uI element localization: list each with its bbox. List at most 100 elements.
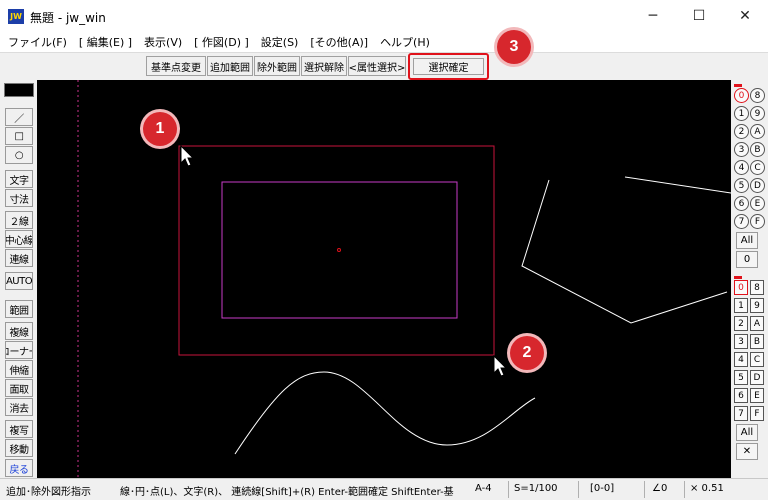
layer-button-4[interactable]: 4 [734, 160, 749, 175]
window-title: 無題 - jw_win [30, 11, 106, 25]
layer-group-button-7[interactable]: 7 [734, 406, 748, 421]
layer-button-d[interactable]: D [750, 178, 765, 193]
layer-group-button-5[interactable]: 5 [734, 370, 748, 385]
drawing-canvas[interactable] [37, 80, 731, 478]
minimize-button[interactable]: ─ [630, 0, 676, 32]
status-divider [684, 481, 685, 498]
maximize-button[interactable]: ☐ [676, 0, 722, 32]
line-tool-button[interactable]: ／ [5, 108, 33, 126]
layer-button-1[interactable]: 1 [734, 106, 749, 121]
line-style-swatch[interactable] [4, 83, 34, 97]
layer-group-button-2[interactable]: 2 [734, 316, 748, 331]
chamfer-tool-button[interactable]: 面取 [5, 379, 33, 397]
text-tool-button[interactable]: 文字 [5, 170, 33, 188]
left-toolbar: ／ □ ○ 文字 寸法 ２線 中心線 連線 AUTO 範囲 複線 コーナー 伸縮… [0, 80, 37, 478]
layer-button-a[interactable]: A [750, 124, 765, 139]
menu-bar: ファイル(F) [ 編集(E) ] 表示(V) [ 作図(D) ] 設定(S) … [0, 32, 768, 52]
layer-group-button-6[interactable]: 6 [734, 388, 748, 403]
layer-panel: 0 8 1 9 2 A 3 B 4 C 5 D 6 E 7 F All 0 0 … [731, 80, 768, 478]
status-paper-size[interactable]: A-4 [475, 483, 505, 494]
corner-tool-button[interactable]: コーナー [5, 341, 33, 359]
layer-button-c[interactable]: C [750, 160, 765, 175]
layer-group-button-a[interactable]: A [750, 316, 764, 331]
layer-button-0[interactable]: 0 [734, 88, 749, 103]
erase-tool-button[interactable]: 消去 [5, 398, 33, 416]
status-zoom-factor[interactable]: × 0.51 [690, 483, 760, 494]
menu-settings[interactable]: 設定(S) [261, 34, 299, 50]
layer-all-button[interactable]: All [736, 232, 758, 249]
status-hint: 線･円･点(L)、文字(R)、 連続線[Shift]+(R) Enter-範囲確… [120, 487, 454, 498]
layer-button-9[interactable]: 9 [750, 106, 765, 121]
center-line-tool-button[interactable]: 中心線 [5, 230, 33, 248]
deselect-button[interactable]: 選択解除 [301, 56, 347, 76]
menu-edit[interactable]: [ 編集(E) ] [79, 34, 132, 50]
canvas-drawing [77, 80, 731, 478]
status-scale[interactable]: S=1/100 [514, 483, 574, 494]
layer-button-b[interactable]: B [750, 142, 765, 157]
layer-group-button-c[interactable]: C [750, 352, 764, 367]
double-line-tool-button[interactable]: ２線 [5, 211, 33, 229]
layer-group-marker-2 [734, 276, 742, 279]
layer-button-7[interactable]: 7 [734, 214, 749, 229]
mouse-pointer-icon [493, 355, 508, 377]
attribute-select-button[interactable]: <属性選択> [348, 56, 406, 76]
copy-tool-button[interactable]: 複写 [5, 420, 33, 438]
status-layer[interactable]: [0-0] [590, 483, 630, 494]
curve-drawing [234, 371, 536, 455]
menu-help[interactable]: ヘルプ(H) [380, 34, 430, 50]
menu-other[interactable]: [その他(A)] [310, 34, 368, 50]
auto-tool-button[interactable]: AUTO [5, 272, 33, 290]
change-base-point-button[interactable]: 基準点変更 [146, 56, 206, 76]
line-drawing [624, 176, 731, 194]
layer-button-2[interactable]: 2 [734, 124, 749, 139]
menu-draw[interactable]: [ 作図(D) ] [194, 34, 249, 50]
polyline-drawing [521, 179, 728, 324]
layer-group-marker [734, 84, 742, 87]
dimension-tool-button[interactable]: 寸法 [5, 189, 33, 207]
range-tool-button[interactable]: 範囲 [5, 300, 33, 318]
menu-view[interactable]: 表示(V) [144, 34, 182, 50]
close-button[interactable]: ✕ [722, 0, 768, 32]
parallel-line-tool-button[interactable]: 複線 [5, 322, 33, 340]
exclude-range-button[interactable]: 除外範囲 [254, 56, 300, 76]
layer-group-button-9[interactable]: 9 [750, 298, 764, 313]
menu-file[interactable]: ファイル(F) [8, 34, 67, 50]
layer-group-button-e[interactable]: E [750, 388, 764, 403]
layer-button-e[interactable]: E [750, 196, 765, 211]
confirm-highlight: 選択確定 [408, 53, 489, 80]
layer-button-8[interactable]: 8 [750, 88, 765, 103]
status-divider [644, 481, 645, 498]
status-divider [508, 481, 509, 498]
continuous-line-tool-button[interactable]: 連線 [5, 249, 33, 267]
callout-badge-1: 1 [143, 112, 177, 146]
move-tool-button[interactable]: 移動 [5, 439, 33, 457]
layer-group-button-8[interactable]: 8 [750, 280, 764, 295]
status-angle[interactable]: ∠0 [652, 483, 682, 494]
layer-button-6[interactable]: 6 [734, 196, 749, 211]
add-range-button[interactable]: 追加範囲 [207, 56, 253, 76]
layer-button-f[interactable]: F [750, 214, 765, 229]
mouse-pointer-icon [180, 145, 195, 167]
layer-group-cross-button[interactable]: ✕ [736, 443, 758, 460]
undo-button[interactable]: 戻る [5, 459, 33, 477]
layer-group-button-b[interactable]: B [750, 334, 764, 349]
layer-group-button-1[interactable]: 1 [734, 298, 748, 313]
layer-button-5[interactable]: 5 [734, 178, 749, 193]
layer-group-all-button[interactable]: All [736, 424, 758, 441]
layer-group-button-0[interactable]: 0 [734, 280, 748, 295]
confirm-selection-button[interactable]: 選択確定 [413, 58, 484, 75]
command-toolbar: 基準点変更 追加範囲 除外範囲 選択解除 <属性選択> 選択確定 [0, 52, 768, 80]
layer-button-3[interactable]: 3 [734, 142, 749, 157]
layer-group-button-f[interactable]: F [750, 406, 764, 421]
rectangle-tool-button[interactable]: □ [5, 127, 33, 145]
status-mode: 追加･除外図形指示 [6, 487, 91, 498]
callout-badge-3: 3 [497, 30, 531, 64]
status-divider [578, 481, 579, 498]
stretch-tool-button[interactable]: 伸縮 [5, 360, 33, 378]
current-layer-indicator[interactable]: 0 [736, 251, 758, 268]
layer-group-button-d[interactable]: D [750, 370, 764, 385]
layer-group-button-3[interactable]: 3 [734, 334, 748, 349]
center-point-marker [337, 248, 341, 252]
circle-tool-button[interactable]: ○ [5, 146, 33, 164]
layer-group-button-4[interactable]: 4 [734, 352, 748, 367]
